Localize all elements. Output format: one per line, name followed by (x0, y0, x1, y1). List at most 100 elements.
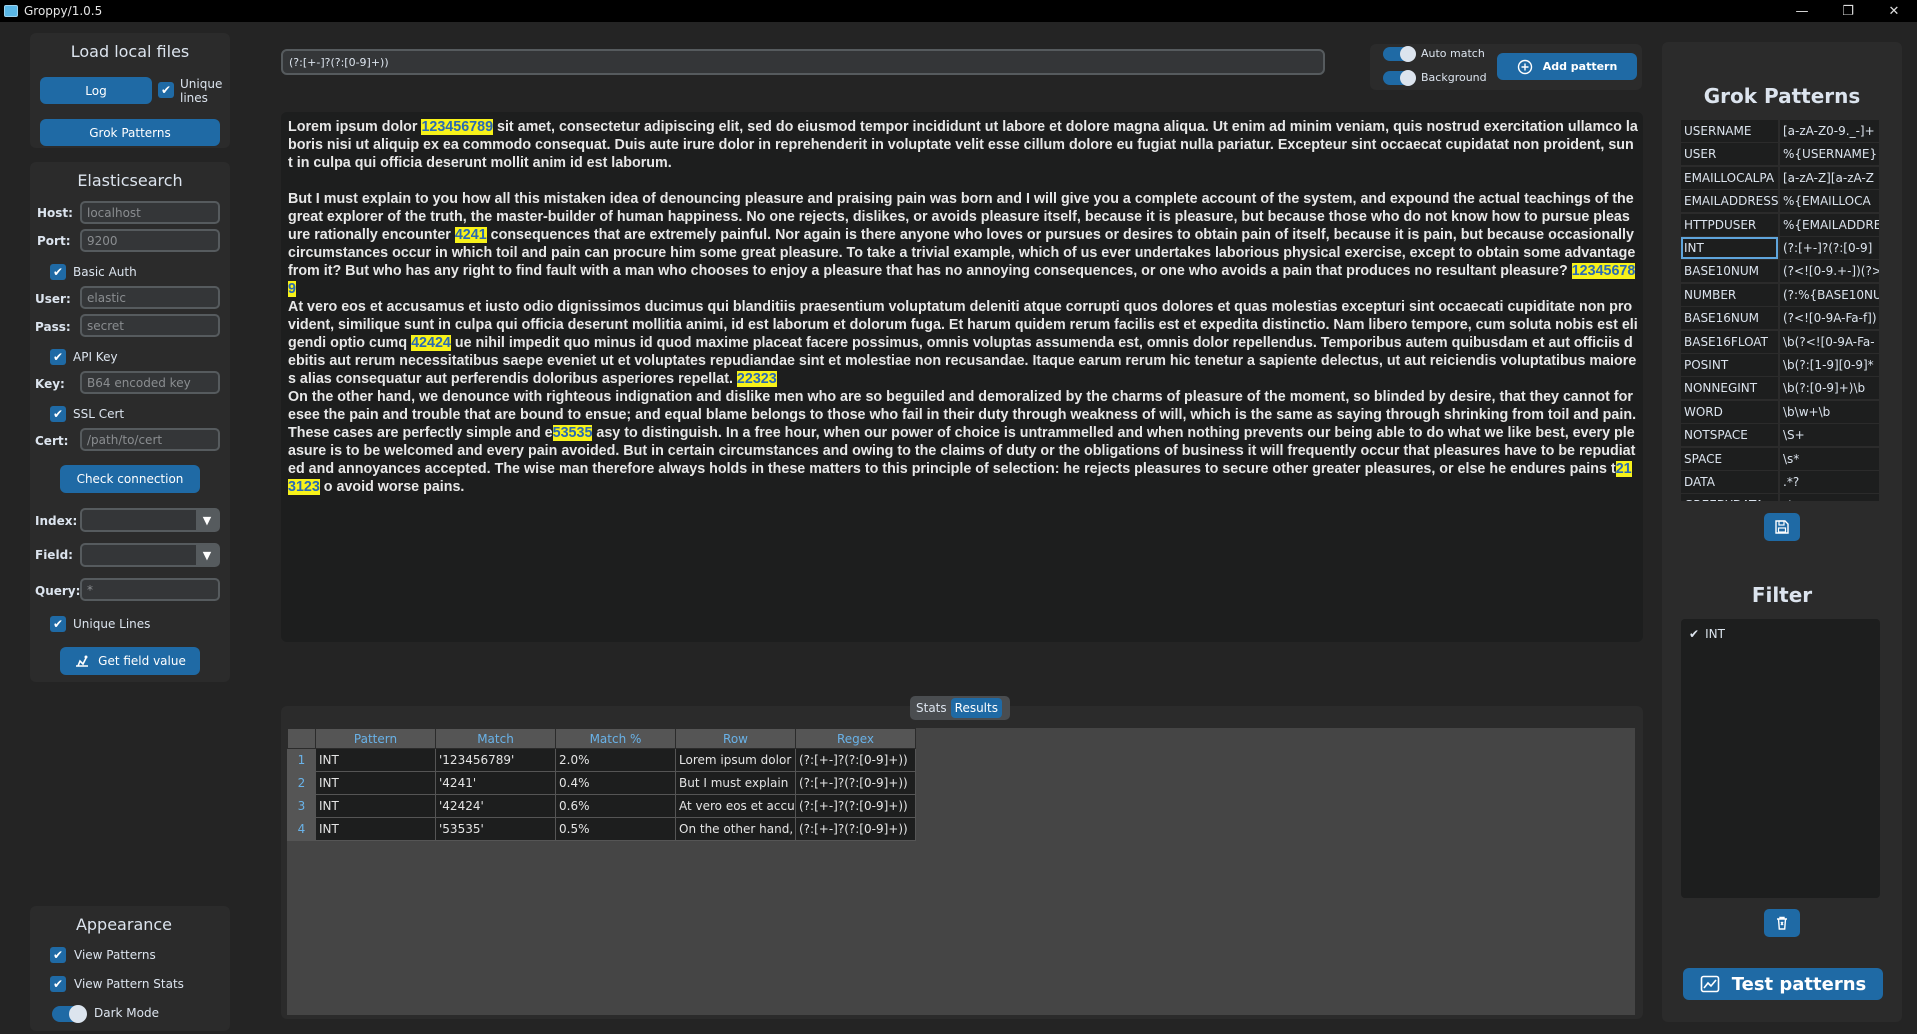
ssl-cert-checkbox[interactable]: ✔ (50, 406, 66, 422)
grok-pattern-name[interactable]: INT (1681, 237, 1778, 259)
column-header[interactable]: Match % (555, 728, 676, 749)
background-switch[interactable] (1383, 70, 1416, 86)
test-patterns-button[interactable]: Test patterns (1683, 968, 1883, 1000)
log-button[interactable]: Log (40, 77, 152, 104)
filter-item[interactable]: ✔ INT (1689, 627, 1725, 641)
restore-icon[interactable]: ❐ (1825, 0, 1871, 22)
grok-pattern-regex[interactable]: \b(?<![0-9A-Fa- (1780, 330, 1879, 353)
field-select[interactable]: ▼ (80, 543, 220, 567)
regex-input[interactable]: (?:[+-]?(?:[0-9]+)) (281, 49, 1325, 75)
table-row[interactable]: 3 INT '42424' 0.6% At vero eos et accu (?:[+-… (287, 794, 916, 818)
view-patterns-checkbox[interactable]: ✔ (50, 947, 66, 963)
host-input[interactable]: localhost (80, 201, 220, 224)
grok-pattern-row[interactable]: DATA .*? (1681, 471, 1879, 494)
grok-pattern-row[interactable]: EMAILLOCALPA [a-zA-Z][a-zA-Z (1681, 166, 1879, 190)
grok-pattern-regex[interactable]: (?:%{BASE10NU (1780, 283, 1879, 306)
key-input[interactable]: B64 encoded key (80, 371, 220, 394)
grok-pattern-name[interactable]: EMAILLOCALPA (1681, 166, 1778, 189)
tab-stats[interactable]: Stats (912, 698, 951, 718)
cert-input[interactable]: /path/to/cert (80, 428, 220, 451)
api-key-checkbox[interactable]: ✔ (50, 349, 66, 365)
auto-match-switch[interactable] (1383, 46, 1416, 62)
table-row[interactable]: 1 INT '123456789' 2.0% Lorem ipsum dolor (?:[… (287, 748, 916, 772)
grok-pattern-row[interactable]: BASE16FLOAT \b(?<![0-9A-Fa- (1681, 330, 1879, 354)
grok-pattern-name[interactable]: HTTPDUSER (1681, 213, 1778, 236)
grok-pattern-name[interactable]: NUMBER (1681, 283, 1778, 306)
pass-input[interactable]: secret (80, 314, 220, 337)
grok-pattern-name[interactable]: SPACE (1681, 447, 1778, 470)
query-input[interactable]: * (80, 578, 220, 601)
grok-pattern-regex[interactable]: (?:[+-]?(?:[0-9] (1780, 237, 1879, 259)
grok-pattern-regex[interactable]: %{EMAILLOCA (1780, 190, 1879, 213)
user-input[interactable]: elastic (80, 286, 220, 309)
column-header[interactable]: Row (675, 728, 796, 749)
clear-filter-button[interactable] (1764, 909, 1800, 937)
unique-lines-es-checkbox[interactable]: ✔ (50, 616, 66, 632)
grok-pattern-row[interactable]: NOTSPACE \S+ (1681, 424, 1879, 447)
grok-pattern-regex[interactable]: \b(?:[1-9][0-9]* (1780, 354, 1879, 376)
log-text-area[interactable]: Lorem ipsum dolor 123456789 sit amet, co… (281, 112, 1643, 642)
grok-pattern-name[interactable]: USER (1681, 143, 1778, 166)
grok-pattern-row[interactable]: USERNAME [a-zA-Z0-9._-]+ (1681, 120, 1879, 143)
grok-pattern-name[interactable]: BASE16FLOAT (1681, 330, 1778, 353)
grok-pattern-name[interactable]: DATA (1681, 471, 1778, 493)
table-row[interactable]: 4 INT '53535' 0.5% On the other hand, (?:[+-]… (287, 817, 916, 841)
unique-lines-checkbox[interactable]: ✔ (158, 82, 174, 98)
grok-pattern-row[interactable]: USER %{USERNAME} (1681, 143, 1879, 166)
table-row[interactable]: 2 INT '4241' 0.4% But I must explain (?:[+-]?… (287, 771, 916, 795)
chevron-down-icon[interactable]: ▼ (196, 510, 218, 530)
check-connection-button[interactable]: Check connection (60, 465, 200, 493)
tab-results[interactable]: Results (950, 698, 1002, 718)
basic-auth-checkbox[interactable]: ✔ (50, 264, 66, 280)
grok-pattern-name[interactable]: POSINT (1681, 354, 1778, 376)
minimize-icon[interactable]: — (1779, 0, 1825, 22)
grok-pattern-regex[interactable]: %{USERNAME} (1780, 143, 1879, 166)
grok-pattern-regex[interactable]: (?<![0-9.+-])(?> (1780, 260, 1879, 283)
field-value-icon (76, 655, 89, 667)
save-patterns-button[interactable] (1764, 513, 1800, 541)
grok-patterns-button[interactable]: Grok Patterns (40, 119, 220, 146)
port-input[interactable]: 9200 (80, 229, 220, 252)
column-header[interactable]: Regex (795, 728, 916, 749)
add-pattern-button[interactable]: Add pattern (1497, 53, 1637, 80)
grok-pattern-row[interactable]: NUMBER (?:%{BASE10NU (1681, 283, 1879, 307)
grok-pattern-name[interactable]: NONNEGINT (1681, 377, 1778, 400)
grok-pattern-regex[interactable]: \b\w+\b (1780, 400, 1879, 423)
grok-pattern-row[interactable]: EMAILADDRESS %{EMAILLOCA (1681, 190, 1879, 213)
grok-pattern-regex[interactable]: [a-zA-Z0-9._-]+ (1780, 120, 1879, 142)
grok-pattern-row[interactable]: SPACE \s* (1681, 447, 1879, 471)
grok-pattern-name[interactable]: USERNAME (1681, 120, 1778, 142)
get-field-value-button[interactable]: Get field value (60, 647, 200, 675)
grok-pattern-row[interactable]: NONNEGINT \b(?:[0-9]+)\b (1681, 377, 1879, 400)
grok-pattern-regex[interactable]: .* (1780, 494, 1879, 501)
filter-list[interactable]: ✔ INT (1681, 619, 1880, 898)
grok-pattern-row[interactable]: WORD \b\w+\b (1681, 400, 1879, 424)
grok-pattern-row[interactable]: BASE10NUM (?<![0-9.+-])(?> (1681, 260, 1879, 283)
grok-pattern-name[interactable]: BASE16NUM (1681, 307, 1778, 330)
view-pattern-stats-checkbox[interactable]: ✔ (50, 976, 66, 992)
grok-pattern-row[interactable]: HTTPDUSER %{EMAILADDRE (1681, 213, 1879, 237)
grok-pattern-row[interactable]: BASE16NUM (?<![0-9A-Fa-f]) (1681, 307, 1879, 330)
grok-pattern-regex[interactable]: \S+ (1780, 424, 1879, 447)
grok-pattern-row[interactable]: INT (?:[+-]?(?:[0-9] (1681, 237, 1879, 260)
index-select[interactable]: ▼ (80, 508, 220, 532)
grok-pattern-regex[interactable]: (?<![0-9A-Fa-f]) (1780, 307, 1879, 330)
close-icon[interactable]: ✕ (1871, 0, 1917, 22)
column-header[interactable]: Match (435, 728, 556, 749)
grok-pattern-name[interactable]: EMAILADDRESS (1681, 190, 1778, 213)
grok-pattern-regex[interactable]: %{EMAILADDRE (1780, 213, 1879, 236)
grok-pattern-name[interactable]: NOTSPACE (1681, 424, 1778, 447)
grok-pattern-row[interactable]: POSINT \b(?:[1-9][0-9]* (1681, 354, 1879, 377)
grok-pattern-name[interactable]: BASE10NUM (1681, 260, 1778, 283)
grok-pattern-list[interactable]: USERNAME [a-zA-Z0-9._-]+ USER %{USERNAME} EM… (1681, 120, 1879, 501)
grok-pattern-name[interactable]: WORD (1681, 400, 1778, 423)
grok-pattern-regex[interactable]: .*? (1780, 471, 1879, 493)
grok-pattern-regex[interactable]: [a-zA-Z][a-zA-Z (1780, 166, 1879, 189)
chevron-down-icon[interactable]: ▼ (196, 545, 218, 565)
grok-pattern-name[interactable]: GREEDYDATA (1681, 494, 1778, 501)
column-header[interactable]: Pattern (315, 728, 436, 749)
grok-pattern-regex[interactable]: \s* (1780, 447, 1879, 470)
dark-mode-switch[interactable] (52, 1005, 87, 1023)
grok-pattern-regex[interactable]: \b(?:[0-9]+)\b (1780, 377, 1879, 400)
grok-pattern-row[interactable]: GREEDYDATA.* (1681, 494, 1879, 501)
